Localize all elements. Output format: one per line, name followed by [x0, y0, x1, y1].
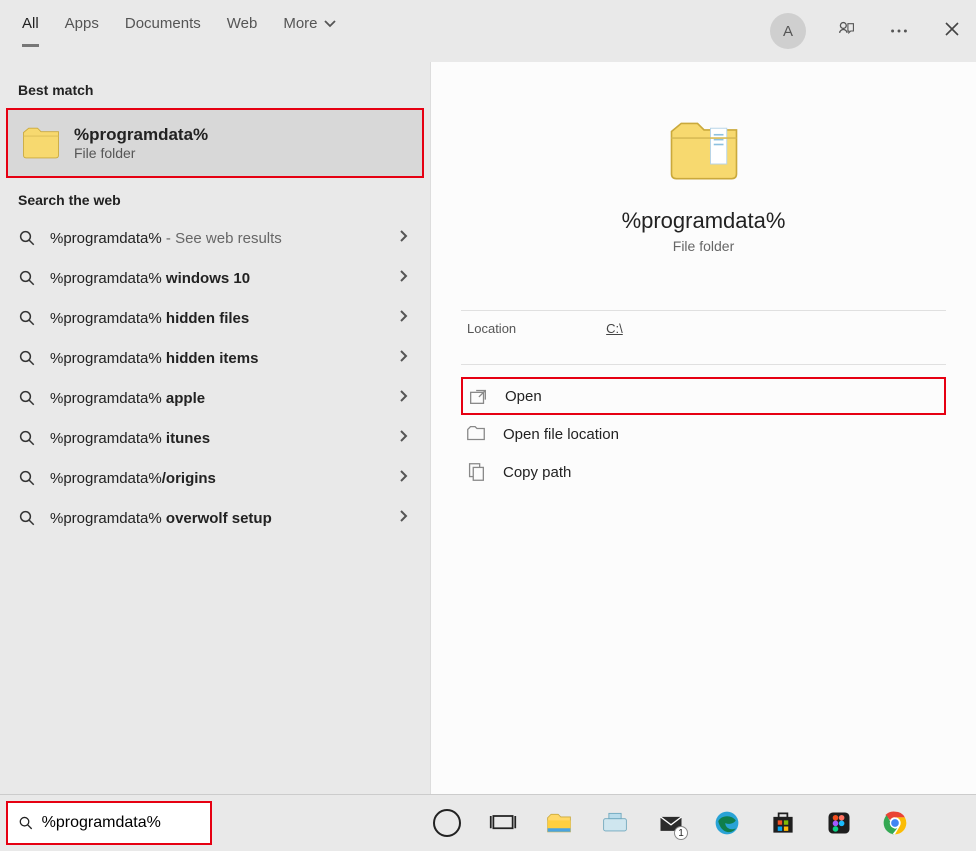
- chevron-right-icon: [398, 509, 410, 527]
- detail-subtitle: File folder: [673, 238, 734, 254]
- web-result-row[interactable]: %programdata% hidden files: [0, 298, 430, 338]
- tab-all[interactable]: All: [22, 15, 39, 47]
- user-avatar[interactable]: A: [770, 13, 806, 49]
- search-icon: [18, 269, 36, 287]
- chrome-icon[interactable]: [880, 808, 910, 838]
- web-result-left: %programdata%/origins: [18, 469, 216, 487]
- chevron-right-icon: [398, 429, 410, 447]
- search-the-web-header: Search the web: [0, 178, 430, 218]
- feedback-icon[interactable]: [836, 20, 858, 42]
- best-match-result[interactable]: %programdata% File folder: [6, 108, 424, 178]
- taskbar-search-input[interactable]: [42, 814, 200, 832]
- taskbar-icons: 1: [432, 808, 910, 838]
- edge-icon[interactable]: [712, 808, 742, 838]
- web-result-left: %programdata% hidden items: [18, 349, 258, 367]
- action-copy-path[interactable]: Copy path: [461, 453, 946, 491]
- location-label: Location: [467, 321, 516, 336]
- search-icon: [18, 309, 36, 327]
- taskbar-search-box[interactable]: [6, 801, 212, 845]
- tab-documents[interactable]: Documents: [125, 15, 201, 47]
- cortana-icon[interactable]: [432, 808, 462, 838]
- close-icon: [944, 21, 960, 37]
- action-copy-path-label: Copy path: [503, 464, 571, 481]
- web-results-list: %programdata% - See web results %programd…: [0, 218, 430, 538]
- web-result-row[interactable]: %programdata% windows 10: [0, 258, 430, 298]
- web-result-left: %programdata% windows 10: [18, 269, 250, 287]
- chevron-right-icon: [398, 469, 410, 487]
- web-result-left: %programdata% hidden files: [18, 309, 249, 327]
- topbar-right: A: [770, 13, 964, 49]
- search-icon: [18, 349, 36, 367]
- chevron-down-icon: [324, 18, 336, 30]
- figma-icon[interactable]: [824, 808, 854, 838]
- web-result-left: %programdata% apple: [18, 389, 205, 407]
- search-icon: [18, 814, 34, 832]
- web-result-text: %programdata% hidden items: [50, 350, 258, 367]
- tab-more-label: More: [283, 15, 317, 32]
- web-result-row[interactable]: %programdata%/origins: [0, 458, 430, 498]
- web-result-row[interactable]: %programdata% itunes: [0, 418, 430, 458]
- file-explorer-icon[interactable]: [544, 808, 574, 838]
- action-open-file-location-label: Open file location: [503, 426, 619, 443]
- task-view-icon[interactable]: [488, 808, 518, 838]
- best-match-header: Best match: [0, 68, 430, 108]
- chevron-right-icon: [398, 349, 410, 367]
- action-open-label: Open: [505, 388, 542, 405]
- detail-panel: %programdata% File folder Location C:\ O…: [430, 62, 976, 794]
- action-open-file-location[interactable]: Open file location: [461, 415, 946, 453]
- web-result-row[interactable]: %programdata% hidden items: [0, 338, 430, 378]
- tab-apps[interactable]: Apps: [65, 15, 99, 47]
- action-open[interactable]: Open: [461, 377, 946, 415]
- web-result-text: %programdata% apple: [50, 390, 205, 407]
- best-match-subtitle: File folder: [74, 145, 208, 161]
- web-result-row[interactable]: %programdata% apple: [0, 378, 430, 418]
- chevron-right-icon: [398, 389, 410, 407]
- folder-outline-icon: [465, 423, 487, 445]
- web-result-row[interactable]: %programdata% overwolf setup: [0, 498, 430, 538]
- web-result-left: %programdata% overwolf setup: [18, 509, 272, 527]
- search-scope-tabs: All Apps Documents Web More: [22, 15, 336, 47]
- main-content: Best match %programdata% File folder Sea…: [0, 62, 976, 794]
- web-result-row[interactable]: %programdata% - See web results: [0, 218, 430, 258]
- web-result-left: %programdata% itunes: [18, 429, 210, 447]
- web-result-text: %programdata% - See web results: [50, 230, 282, 247]
- actions-list: Open Open file location Copy path: [461, 364, 946, 491]
- results-panel: Best match %programdata% File folder Sea…: [0, 62, 430, 794]
- close-button[interactable]: [940, 21, 964, 42]
- mail-icon[interactable]: 1: [656, 808, 686, 838]
- open-icon: [467, 385, 489, 407]
- location-value[interactable]: C:\: [606, 321, 623, 336]
- web-result-text: %programdata% itunes: [50, 430, 210, 447]
- web-result-text: %programdata% windows 10: [50, 270, 250, 287]
- best-match-text: %programdata% File folder: [74, 125, 208, 161]
- web-result-left: %programdata% - See web results: [18, 229, 282, 247]
- folder-icon: [665, 112, 743, 190]
- chevron-right-icon: [398, 309, 410, 327]
- mail-badge: 1: [674, 826, 688, 840]
- chevron-right-icon: [398, 229, 410, 247]
- keyboard-icon[interactable]: [600, 808, 630, 838]
- more-options-icon[interactable]: [888, 20, 910, 42]
- location-row: Location C:\: [461, 310, 946, 346]
- search-icon: [18, 509, 36, 527]
- search-icon: [18, 229, 36, 247]
- top-tab-bar: All Apps Documents Web More A: [0, 0, 976, 62]
- web-result-text: %programdata%/origins: [50, 470, 216, 487]
- search-icon: [18, 429, 36, 447]
- detail-title: %programdata%: [622, 208, 786, 234]
- search-icon: [18, 389, 36, 407]
- web-result-text: %programdata% overwolf setup: [50, 510, 272, 527]
- taskbar: 1: [0, 794, 976, 851]
- copy-icon: [465, 461, 487, 483]
- tab-web[interactable]: Web: [227, 15, 258, 47]
- microsoft-store-icon[interactable]: [768, 808, 798, 838]
- chevron-right-icon: [398, 269, 410, 287]
- search-icon: [18, 469, 36, 487]
- tab-more[interactable]: More: [283, 15, 335, 47]
- folder-icon: [20, 122, 62, 164]
- web-result-text: %programdata% hidden files: [50, 310, 249, 327]
- best-match-title: %programdata%: [74, 125, 208, 145]
